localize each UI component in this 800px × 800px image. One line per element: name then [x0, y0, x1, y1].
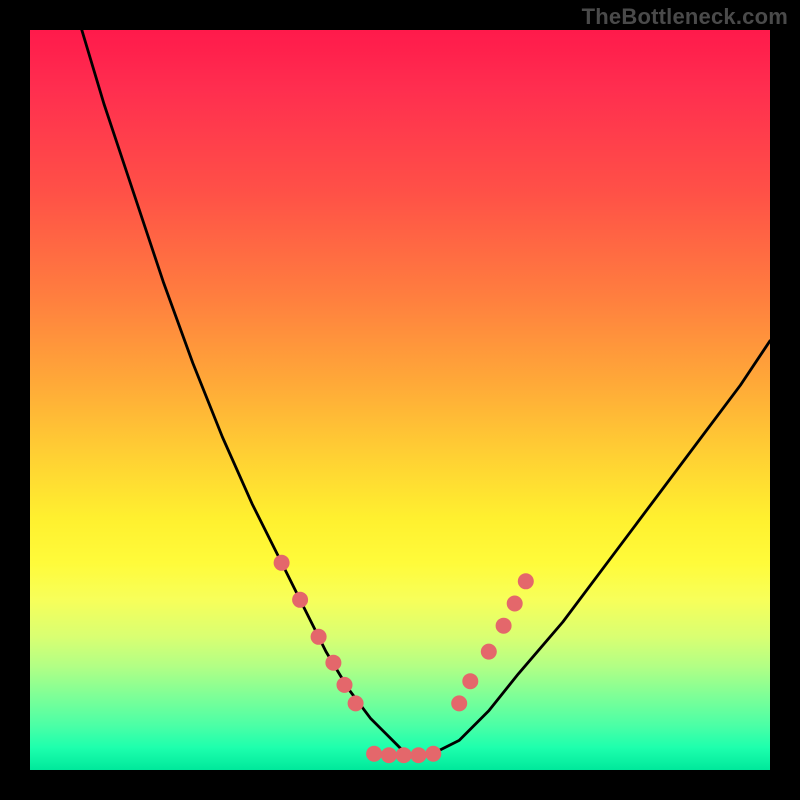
marker-dot: [481, 644, 497, 660]
chart-frame: TheBottleneck.com: [0, 0, 800, 800]
marker-dot: [518, 573, 534, 589]
marker-dot: [325, 655, 341, 671]
marker-dot: [496, 618, 512, 634]
marker-dot: [425, 746, 441, 762]
marker-dot: [462, 673, 478, 689]
watermark-text: TheBottleneck.com: [582, 4, 788, 30]
marker-dot: [396, 747, 412, 763]
marker-dot: [411, 747, 427, 763]
marker-dot: [311, 629, 327, 645]
marker-dot: [337, 677, 353, 693]
marker-dot: [507, 596, 523, 612]
plot-area: [30, 30, 770, 770]
marker-dot: [348, 695, 364, 711]
bottleneck-curve: [82, 30, 770, 755]
marker-dot: [381, 747, 397, 763]
marker-dot: [292, 592, 308, 608]
chart-overlay: [30, 30, 770, 770]
marker-dot: [366, 746, 382, 762]
marker-dot: [274, 555, 290, 571]
marker-dot: [451, 695, 467, 711]
highlight-markers: [274, 555, 534, 763]
